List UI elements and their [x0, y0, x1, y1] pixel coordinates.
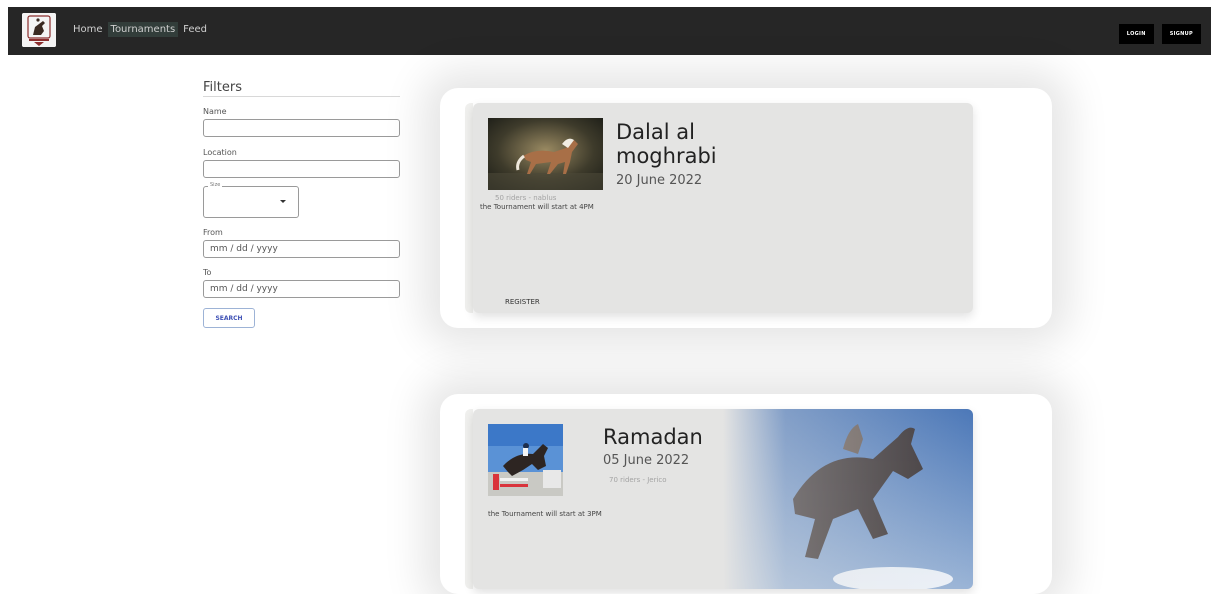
from-label: From	[203, 228, 223, 237]
nav-links: Home Tournaments Feed	[70, 22, 210, 37]
login-button[interactable]: LOGIN	[1118, 24, 1154, 44]
card-edge	[465, 409, 473, 589]
location-input[interactable]	[203, 160, 400, 178]
size-select[interactable]: Size	[203, 182, 299, 218]
card-edge	[465, 103, 473, 313]
name-label: Name	[203, 107, 227, 116]
horse-photo	[488, 118, 603, 190]
jumping-horse-photo	[488, 424, 563, 496]
card-description: the Tournament will start at 3PM	[488, 510, 602, 518]
nav-tournaments-link[interactable]: Tournaments	[107, 22, 179, 37]
to-date-input[interactable]: mm / dd / yyyy	[203, 280, 400, 298]
filters-title: Filters	[203, 80, 400, 97]
nav-feed-link[interactable]: Feed	[180, 22, 210, 37]
auth-buttons: LOGIN SIGNUP	[1118, 24, 1201, 44]
card-date: 05 June 2022	[603, 453, 690, 468]
card-meta: 50 riders - nablus	[495, 194, 557, 202]
top-navbar: Home Tournaments Feed LOGIN SIGNUP	[8, 7, 1211, 55]
from-date-input[interactable]: mm / dd / yyyy	[203, 240, 400, 258]
card-meta: 70 riders - Jerico	[609, 476, 667, 484]
brand-logo[interactable]	[22, 13, 56, 47]
card-title-line1: Dalal al	[616, 120, 695, 144]
card-title: Ramadan	[603, 425, 703, 449]
filters-panel: Filters Name Location Size From mm / dd …	[203, 80, 400, 328]
size-label: Size	[208, 182, 223, 188]
caret-down-icon	[280, 200, 286, 203]
name-input[interactable]	[203, 119, 400, 137]
card-date: 20 June 2022	[616, 173, 703, 188]
to-label: To	[203, 268, 212, 277]
tournament-card-ramadan[interactable]: Ramadan 05 June 2022 70 riders - Jerico …	[473, 409, 973, 589]
nav-home-link[interactable]: Home	[70, 22, 106, 37]
signup-button[interactable]: SIGNUP	[1161, 24, 1201, 44]
horse-rider-logo-icon	[22, 13, 56, 47]
search-button[interactable]: SEARCH	[203, 308, 255, 328]
card-description: the Tournament will start at 4PM	[480, 203, 594, 211]
card-title-line2: moghrabi	[616, 144, 717, 168]
register-button[interactable]: REGISTER	[505, 298, 540, 306]
background-horse-image	[723, 409, 973, 589]
tournament-card-dalal[interactable]: Dalal al moghrabi 20 June 2022 50 riders…	[473, 103, 973, 313]
location-label: Location	[203, 148, 237, 157]
